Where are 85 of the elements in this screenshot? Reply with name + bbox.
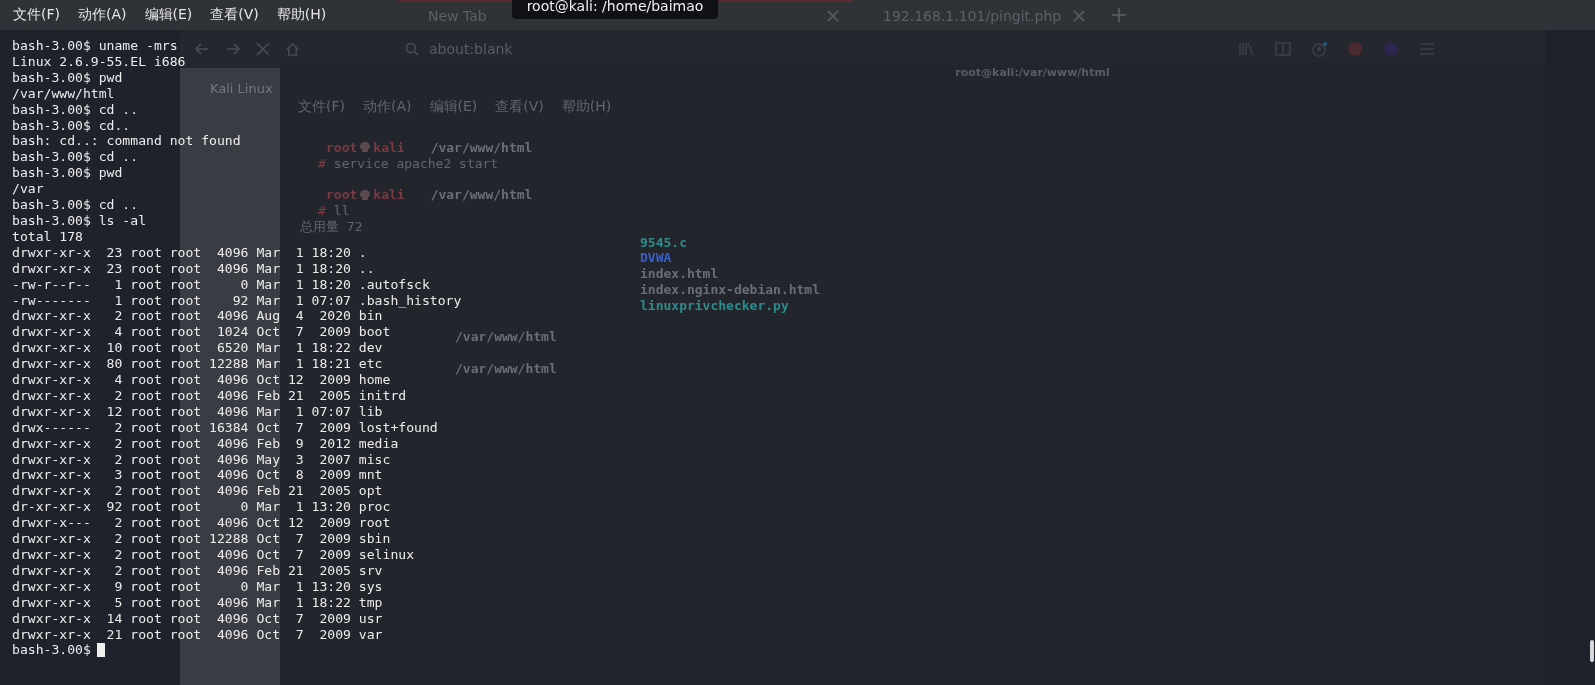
back-icon[interactable] <box>194 41 210 57</box>
bookmark-link[interactable]: Kali Linux <box>210 80 273 96</box>
terminal-line: bash-3.00$ pwd <box>12 165 123 182</box>
file-name: index.nginx-debian.html <box>640 281 820 298</box>
menu-item[interactable]: 文件(F) <box>13 6 60 24</box>
home-icon[interactable] <box>285 41 300 57</box>
command-text: ll <box>333 203 350 219</box>
extension-icon[interactable] <box>1347 41 1363 57</box>
sidebar-icon[interactable] <box>1275 42 1291 56</box>
terminal-line: /var <box>12 181 44 198</box>
window-title: root@kali:/var/www/html <box>954 65 1111 81</box>
terminal-line: bash-3.00$ cd.. <box>12 117 131 134</box>
terminal-line: bash: cd..: command not found <box>12 133 241 150</box>
terminal-line: drwxr-xr-x 2 root root 4096 Feb 21 2005 srv <box>12 562 383 579</box>
terminal-line: drwxr-xr-x 4 root root 4096 Oct 12 2009 home <box>12 372 391 388</box>
terminal-line: bash-3.00$ ls -al <box>12 212 146 229</box>
terminal-line: drwxr-xr-x 2 root root 4096 Feb 9 2012 media <box>12 435 399 452</box>
terminal-line: drwxr-xr-x 2 root root 4096 Aug 4 2020 bin <box>12 308 383 325</box>
terminal-line: drwxr-xr-x 9 root root 0 Mar 1 13:20 sys <box>12 578 383 595</box>
terminal-line: bash-3.00$ uname -mrs <box>12 38 178 54</box>
prompt-path: /var/www/html <box>430 140 533 156</box>
menu-item[interactable]: 文件(F) <box>298 98 345 116</box>
terminal-line: bash-3.00$ cd .. <box>12 149 139 166</box>
terminal-line: drwxr-xr-x 12 root root 4096 Mar 1 07:07 lib <box>12 403 383 420</box>
command-text: service apache2 start <box>333 155 499 172</box>
terminal-line: drwx------ 2 root root 16384 Oct 7 2009 lost+found <box>12 419 438 436</box>
prompt-host: kali <box>373 140 405 156</box>
close-icon[interactable] <box>1073 10 1086 22</box>
terminal-line: drwxr-xr-x 5 root root 4096 Mar 1 18:22 tmp <box>12 594 383 611</box>
terminal-line: drwxr-xr-x 23 root root 4096 Mar 1 18:20 .. <box>12 260 375 277</box>
terminal-line: drwxr-xr-x 14 root root 4096 Oct 7 2009 usr <box>12 610 383 627</box>
file-name: linuxprivchecker.py <box>640 297 789 314</box>
menu-item[interactable]: 帮助(H) <box>561 98 612 116</box>
menu-item[interactable]: 帮助(H) <box>276 6 327 24</box>
library-icon[interactable] <box>1239 42 1255 56</box>
prompt-path: /var/www/html <box>430 187 533 203</box>
account-icon[interactable] <box>1311 41 1327 57</box>
scrollbar-thumb[interactable] <box>1590 640 1594 662</box>
terminal-line: drwxr-x--- 2 root root 4096 Oct 12 2009 root <box>12 515 391 532</box>
terminal-prompt: bash-3.00$ <box>12 642 91 659</box>
terminal-line: -rw------- 1 root root 92 Mar 1 07:07 .bash_history <box>12 292 462 309</box>
terminal-line: -rw-r--r-- 1 root root 0 Mar 1 18:20 .autofsck <box>12 276 430 293</box>
terminal-line: total 178 <box>12 228 83 245</box>
terminal-line: drwxr-xr-x 4 root root 1024 Oct 7 2009 boot <box>12 324 391 341</box>
menu-item[interactable]: 查看(V) <box>495 98 544 116</box>
forward-icon[interactable] <box>225 41 241 57</box>
menu-item[interactable]: 编辑(E) <box>144 6 193 24</box>
prompt-hash: # <box>318 155 326 172</box>
prompt-path: /var/www/html <box>455 360 557 377</box>
menu-item[interactable]: 查看(V) <box>210 6 259 24</box>
search-icon <box>405 42 419 56</box>
close-icon[interactable] <box>256 42 270 56</box>
cursor <box>96 643 105 658</box>
terminal-line: drwxr-xr-x 2 root root 4096 May 3 2007 misc <box>12 451 391 468</box>
terminal-line: drwxr-xr-x 2 root root 4096 Oct 7 2009 selinux <box>12 547 415 563</box>
menu-item[interactable]: 动作(A) <box>78 6 127 24</box>
menu-item[interactable]: 动作(A) <box>363 98 412 116</box>
tooltip: root@kali: /home/baimao <box>512 0 718 19</box>
terminal-line: Linux 2.6.9-55.EL i686 <box>12 53 186 70</box>
file-name: 9545.c <box>640 234 687 251</box>
prompt-path: /var/www/html <box>455 329 557 345</box>
prompt-user: root <box>326 140 358 156</box>
terminal-line: drwxr-xr-x 21 root root 4096 Oct 7 2009 var <box>12 626 383 643</box>
terminal-line: bash-3.00$ cd .. <box>12 197 139 213</box>
terminal-line: drwxr-xr-x 80 root root 12288 Mar 1 18:21 etc <box>12 356 383 373</box>
terminal-line: drwxr-xr-x 10 root root 6520 Mar 1 18:22 dev <box>12 340 383 357</box>
prompt-hash: # <box>318 203 326 219</box>
terminal-line: drwxr-xr-x 2 root root 4096 Feb 21 2005 initrd <box>12 387 407 404</box>
terminal-line: /var/www/html <box>12 85 115 102</box>
terminal-line: dr-xr-xr-x 92 root root 0 Mar 1 13:20 proc <box>12 499 391 516</box>
close-icon[interactable] <box>827 10 839 22</box>
terminal-line: bash-3.00$ pwd <box>12 69 123 86</box>
file-name: index.html <box>640 266 719 282</box>
terminal-line: drwxr-xr-x 23 root root 4096 Mar 1 18:20 . <box>12 244 367 261</box>
terminal-line: drwxr-xr-x 3 root root 4096 Oct 8 2009 mnt <box>12 467 383 484</box>
prompt-user: root <box>326 187 358 203</box>
terminal-line: bash-3.00$ cd .. <box>12 101 139 118</box>
output-text: 总用量 72 <box>300 218 363 235</box>
prompt-host: kali <box>373 187 405 203</box>
menu-item[interactable]: 编辑(E) <box>429 98 478 116</box>
terminal-line: drwxr-xr-x 2 root root 12288 Oct 7 2009 sbin <box>12 531 391 547</box>
file-name: DVWA <box>640 250 672 266</box>
extension-icon[interactable] <box>1383 41 1399 57</box>
new-tab-icon[interactable] <box>1111 7 1128 23</box>
terminal-line: drwxr-xr-x 2 root root 4096 Feb 21 2005 opt <box>12 483 383 500</box>
